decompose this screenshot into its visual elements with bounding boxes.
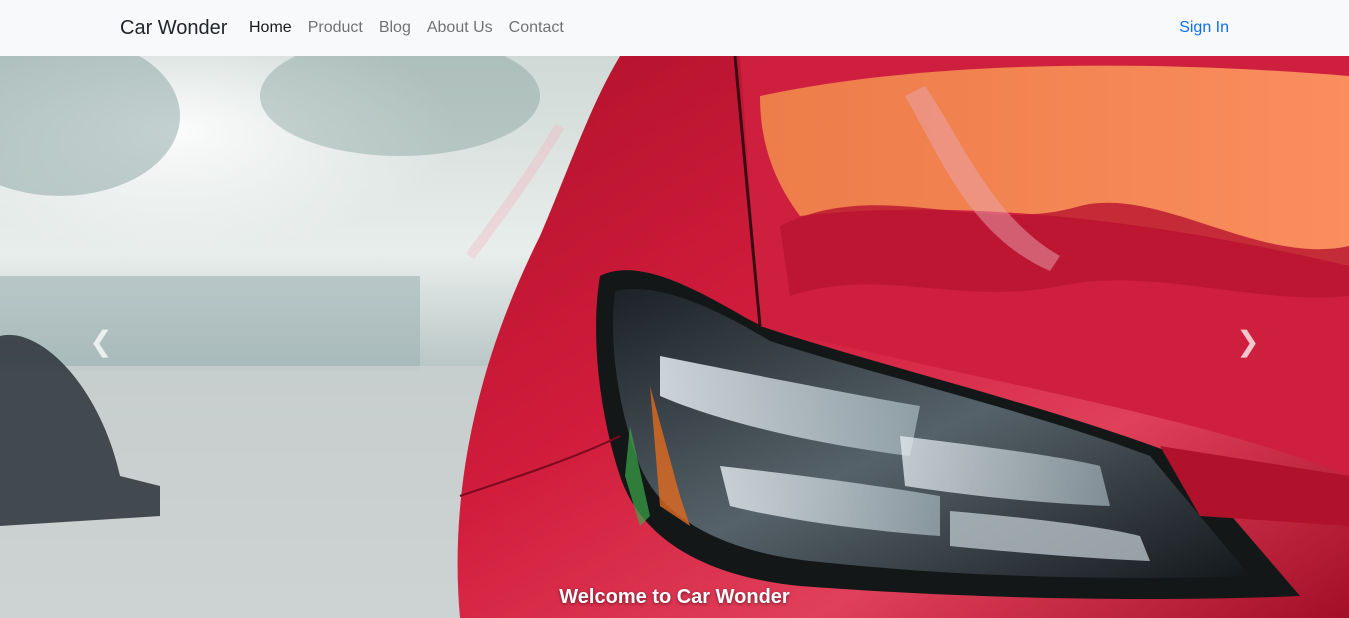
navbar: Car Wonder Home Product Blog About Us Co… (0, 0, 1349, 56)
chevron-left-icon: ❮ (89, 324, 113, 358)
car-headlight-image (0, 56, 1349, 618)
nav-product[interactable]: Product (308, 19, 363, 36)
nav-about-us[interactable]: About Us (427, 19, 493, 36)
nav-home[interactable]: Home (249, 19, 292, 36)
nav-links: Home Product Blog About Us Contact (249, 18, 580, 38)
nav-blog[interactable]: Blog (379, 19, 411, 36)
chevron-right-icon: ❯ (1236, 324, 1260, 358)
carousel-prev-button[interactable]: ❮ (86, 324, 116, 358)
carousel-caption: Welcome to Car Wonder (559, 586, 790, 608)
sign-in-link[interactable]: Sign In (1179, 18, 1229, 38)
carousel-next-button[interactable]: ❯ (1233, 324, 1263, 358)
brand-link[interactable]: Car Wonder (120, 16, 227, 40)
nav-contact[interactable]: Contact (509, 19, 564, 36)
hero-carousel: ❮ ❯ Welcome to Car Wonder (0, 56, 1349, 618)
